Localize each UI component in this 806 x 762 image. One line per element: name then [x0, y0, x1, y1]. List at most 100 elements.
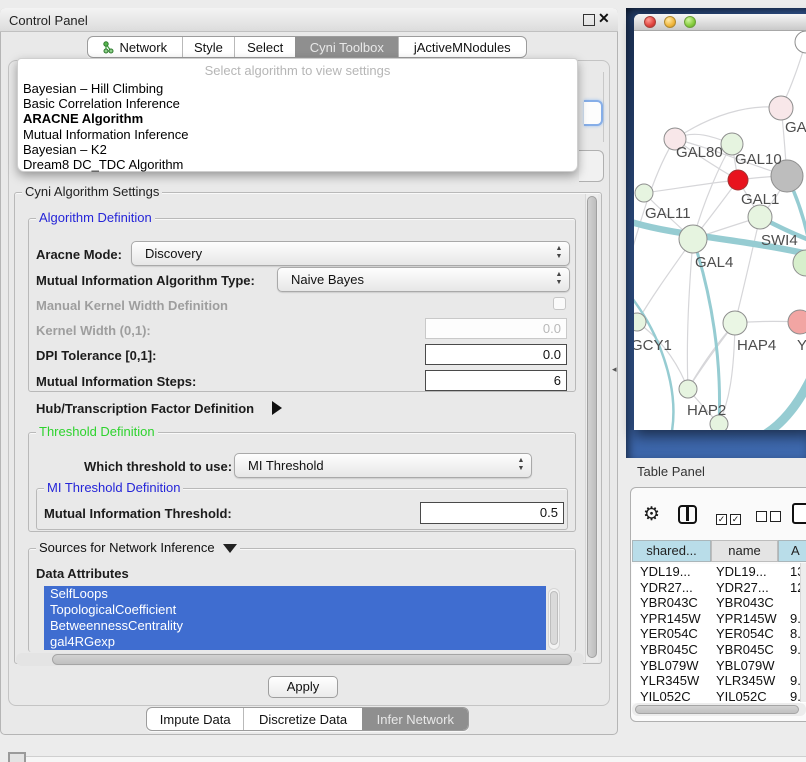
- network-node-red[interactable]: [728, 170, 748, 190]
- tab-jactivemnodules[interactable]: jActiveMNodules: [398, 37, 526, 57]
- column-header-partial[interactable]: A: [778, 540, 806, 562]
- control-panel-titlebar: Control Panel: [0, 8, 618, 32]
- collapse-arrow-icon[interactable]: [223, 544, 237, 553]
- table-row[interactable]: YDL19... YDL19... 13: [632, 564, 806, 580]
- settings-horizontal-scrollbar-thumb[interactable]: [52, 654, 572, 665]
- settings-horizontal-scrollbar[interactable]: [16, 653, 584, 666]
- table-header-row: shared... name A: [632, 540, 806, 562]
- combo-stepper-icon: ▲▼: [554, 271, 564, 287]
- cell-shared-name: YDR27...: [632, 580, 711, 596]
- tab-discretize-data-label: Discretize Data: [259, 712, 347, 727]
- mi-steps-field[interactable]: 6: [425, 370, 567, 391]
- window-zoom-traffic-light[interactable]: [684, 16, 696, 28]
- network-node-hap2[interactable]: [679, 380, 697, 398]
- node-label: HAP2: [687, 402, 726, 419]
- apply-button[interactable]: Apply: [268, 676, 338, 698]
- gear-icon[interactable]: ⚙: [643, 503, 660, 526]
- cell-name: YBL079W: [711, 658, 778, 674]
- network-node-hap4[interactable]: [723, 311, 747, 335]
- mi-steps-label: Mutual Information Steps:: [36, 374, 196, 389]
- network-node-salmon[interactable]: [788, 310, 806, 334]
- panel-divider-collapse-icon[interactable]: ◂: [612, 364, 617, 375]
- table-row[interactable]: YBR045C YBR045C 9.: [632, 642, 806, 658]
- cell-name: YDL19...: [711, 564, 778, 580]
- attributes-scrollbar[interactable]: [548, 588, 560, 650]
- close-icon[interactable]: ✕: [598, 11, 610, 25]
- network-node[interactable]: [769, 96, 793, 120]
- tab-style[interactable]: Style: [182, 37, 235, 57]
- network-node[interactable]: [795, 31, 806, 53]
- attribute-item-selected[interactable]: TopologicalCoefficient: [44, 602, 546, 618]
- manual-kernel-checkbox[interactable]: [553, 297, 566, 310]
- table-row[interactable]: YBL079W YBL079W: [632, 658, 806, 674]
- columns-icon[interactable]: [678, 505, 697, 524]
- window-close-traffic-light[interactable]: [644, 16, 656, 28]
- table-row[interactable]: YBR043C YBR043C: [632, 595, 806, 611]
- cyni-bottom-tabbar: Impute Data Discretize Data Infer Networ…: [146, 707, 469, 731]
- dropdown-item[interactable]: Basic Correlation Inference: [23, 96, 572, 111]
- dock-panel-icon[interactable]: [8, 752, 26, 762]
- dpi-tolerance-field[interactable]: 0.0: [425, 344, 567, 365]
- tab-select-label: Select: [247, 40, 283, 55]
- table-row[interactable]: YDR27... YDR27... 12: [632, 580, 806, 596]
- dropdown-item[interactable]: Bayesian – Hill Climbing: [23, 81, 572, 96]
- which-threshold-value: MI Threshold: [248, 458, 324, 473]
- tab-cyni-toolbox[interactable]: Cyni Toolbox: [295, 37, 398, 57]
- attribute-item-selected[interactable]: gal4RGexp: [44, 634, 546, 650]
- column-header-shared-name[interactable]: shared...: [632, 540, 711, 562]
- node-label: GAL10: [735, 151, 782, 168]
- tab-network[interactable]: Network: [88, 37, 182, 57]
- mi-threshold-label: Mutual Information Threshold:: [44, 506, 232, 521]
- aracne-mode-value: Discovery: [145, 246, 202, 261]
- table-horizontal-scrollbar[interactable]: [632, 703, 806, 716]
- dropdown-item[interactable]: Bayesian – K2: [23, 142, 572, 157]
- tab-impute-data[interactable]: Impute Data: [147, 708, 243, 730]
- settings-vertical-scrollbar[interactable]: [585, 194, 598, 662]
- table-row[interactable]: YPR145W YPR145W 9.: [632, 611, 806, 627]
- cell-name: YBR043C: [711, 595, 778, 611]
- dropdown-item[interactable]: Dream8 DC_TDC Algorithm: [23, 157, 572, 172]
- cell-shared-name: YBR045C: [632, 642, 711, 658]
- dpi-tolerance-label: DPI Tolerance [0,1]:: [36, 348, 156, 363]
- network-node-gal11[interactable]: [635, 184, 653, 202]
- window-minimize-traffic-light[interactable]: [664, 16, 676, 28]
- node-label: SWI4: [761, 232, 798, 249]
- aracne-mode-select[interactable]: Discovery ▲▼: [131, 241, 570, 266]
- expand-arrow-icon[interactable]: [272, 401, 282, 415]
- cell-name: YIL052C: [711, 689, 778, 703]
- mi-type-select[interactable]: Naive Bayes ▲▼: [277, 267, 570, 292]
- mi-threshold-field[interactable]: 0.5: [420, 502, 564, 524]
- kernel-width-field[interactable]: 0.0: [425, 318, 567, 339]
- attribute-item-selected[interactable]: SelfLoops: [44, 586, 546, 602]
- cell-shared-name: YPR145W: [632, 611, 711, 627]
- network-node-gal4[interactable]: [679, 225, 707, 253]
- float-window-icon[interactable]: [583, 14, 595, 26]
- attribute-item-selected[interactable]: BetweennessCentrality: [44, 618, 546, 634]
- new-column-icon[interactable]: [792, 503, 806, 524]
- dropdown-item[interactable]: Mutual Information Inference: [23, 127, 572, 142]
- table-horizontal-scrollbar-thumb[interactable]: [635, 705, 799, 714]
- network-canvas[interactable]: GAL80 GAL10 GAL1 GAL11 SWI4 GAL4 GCY1 HA…: [634, 31, 806, 430]
- checkbox-checked-icon: ✓: [730, 514, 741, 525]
- sources-group-title: Sources for Network Inference: [36, 541, 240, 555]
- tab-infer-network[interactable]: Infer Network: [362, 708, 468, 730]
- dropdown-item-selected[interactable]: ARACNE Algorithm: [23, 111, 572, 126]
- mi-type-value: Naive Bayes: [291, 272, 364, 287]
- settings-vertical-scrollbar-thumb[interactable]: [587, 196, 597, 658]
- unchecked-columns-icon[interactable]: [756, 510, 784, 525]
- tab-select[interactable]: Select: [234, 37, 295, 57]
- tab-discretize-data[interactable]: Discretize Data: [243, 708, 361, 730]
- column-header-name[interactable]: name: [711, 540, 778, 562]
- app-root: Control Panel ✕ Network Style Select Cyn…: [0, 0, 806, 762]
- table-vertical-scrollbar[interactable]: [800, 563, 806, 702]
- checked-columns-icon[interactable]: ✓✓: [716, 510, 744, 525]
- network-node-gal1[interactable]: [748, 205, 772, 229]
- table-row[interactable]: YER054C YER054C 8.: [632, 626, 806, 642]
- table-row[interactable]: YLR345W YLR345W 9.: [632, 673, 806, 689]
- kernel-width-label: Kernel Width (0,1):: [36, 323, 151, 338]
- which-threshold-select[interactable]: MI Threshold ▲▼: [234, 453, 532, 478]
- attributes-scrollbar-thumb[interactable]: [550, 591, 558, 645]
- table-row[interactable]: YIL052C YIL052C 9.: [632, 689, 806, 703]
- node-label: Y: [797, 337, 806, 354]
- network-window-titlebar[interactable]: [634, 14, 806, 31]
